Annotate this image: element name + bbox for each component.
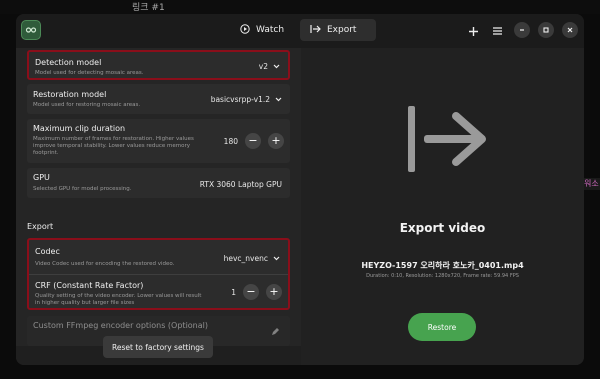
detection-model-select[interactable]: v2 [259,62,280,71]
titlebar: Watch Export [16,14,584,48]
tab-watch-label: Watch [256,25,285,35]
tab-export[interactable]: Export [300,19,376,41]
setting-codec[interactable]: Codec Video Codec used for encoding the … [29,240,288,274]
file-name: HEYZO-1597 오리하라 호노카_0401.mp4 [361,261,524,270]
select-value: v2 [258,62,268,71]
reset-factory-button[interactable]: Reset to factory settings [103,336,213,358]
section-title-export: Export [27,222,54,231]
select-value: basicvsrpp-v1.2 [210,95,270,104]
gpu-select[interactable]: RTX 3060 Laptop GPU [200,180,282,189]
setting-description: Maximum number of frames for restoration… [33,136,194,156]
background-side-label: 워소 [584,178,600,190]
setting-label: Custom FFmpeg encoder options (Optional) [33,321,208,330]
setting-label: Maximum clip duration [33,124,126,133]
setting-label: GPU [33,173,50,182]
chevron-down-icon [273,62,280,71]
setting-restoration-model[interactable]: Restoration model Model used for restori… [27,84,290,114]
background-text: 링크 #1 [132,3,165,13]
decrement-button[interactable]: − [245,133,261,149]
file-meta: Duration: 0:10, Resolution: 1280x720, Fr… [366,273,519,279]
select-value: RTX 3060 Laptop GPU [199,180,282,189]
stepper-value: 1 [231,287,236,297]
maximize-icon[interactable] [538,22,554,38]
app-logo-icon [21,20,41,40]
restore-button[interactable]: Restore [408,313,476,341]
setting-gpu[interactable]: GPU Selected GPU for model processing. R… [27,168,290,198]
setting-description: Selected GPU for model processing. [33,186,132,192]
setting-description: Quality setting of the video encoder. Lo… [35,293,202,306]
background-strip [0,0,600,14]
setting-detection-model[interactable]: Detection model Model used for detecting… [27,50,290,80]
select-value: hevc_nvenc [223,254,268,263]
clip-duration-stepper: 180 − + [224,133,284,149]
chevron-down-icon [275,95,282,104]
setting-label: CRF (Constant Rate Factor) [35,281,144,290]
setting-max-clip-duration: Maximum clip duration Maximum number of … [27,119,290,163]
export-large-icon [406,106,488,176]
setting-label: Detection model [35,58,102,67]
app-window: Watch Export Detection model Model used … [16,14,584,365]
edit-pencil-icon[interactable] [271,321,280,340]
codec-select[interactable]: hevc_nvenc [224,254,280,263]
setting-crf: CRF (Constant Rate Factor) Quality setti… [29,275,288,310]
settings-panel: Detection model Model used for detecting… [16,48,301,365]
export-panel: Export video HEYZO-1597 오리하라 호노카_0401.mp… [301,48,584,365]
play-circle-icon [240,23,250,37]
increment-button[interactable]: + [266,284,282,300]
crf-stepper: 1 − + [231,284,282,300]
tab-watch[interactable]: Watch [230,19,306,41]
decrement-button[interactable]: − [243,284,259,300]
increment-button[interactable]: + [268,133,284,149]
tab-export-label: Export [327,25,357,35]
restoration-model-select[interactable]: basicvsrpp-v1.2 [211,95,282,104]
setting-label: Restoration model [33,90,107,99]
export-title: Export video [399,221,486,235]
menu-icon[interactable] [488,22,506,40]
minimize-icon[interactable] [514,22,530,38]
close-icon[interactable] [562,22,578,38]
stepper-value: 180 [223,136,238,146]
setting-description: Video Codec used for encoding the restor… [35,261,175,267]
setting-description: Model used for restoring mosaic areas. [33,102,141,108]
setting-description: Model used for detecting mosaic areas. [35,70,144,76]
setting-label: Codec [35,247,60,256]
chevron-down-icon [273,254,280,263]
export-arrow-icon [310,24,321,37]
add-icon[interactable] [464,22,482,40]
export-settings-group: Codec Video Codec used for encoding the … [27,238,290,310]
